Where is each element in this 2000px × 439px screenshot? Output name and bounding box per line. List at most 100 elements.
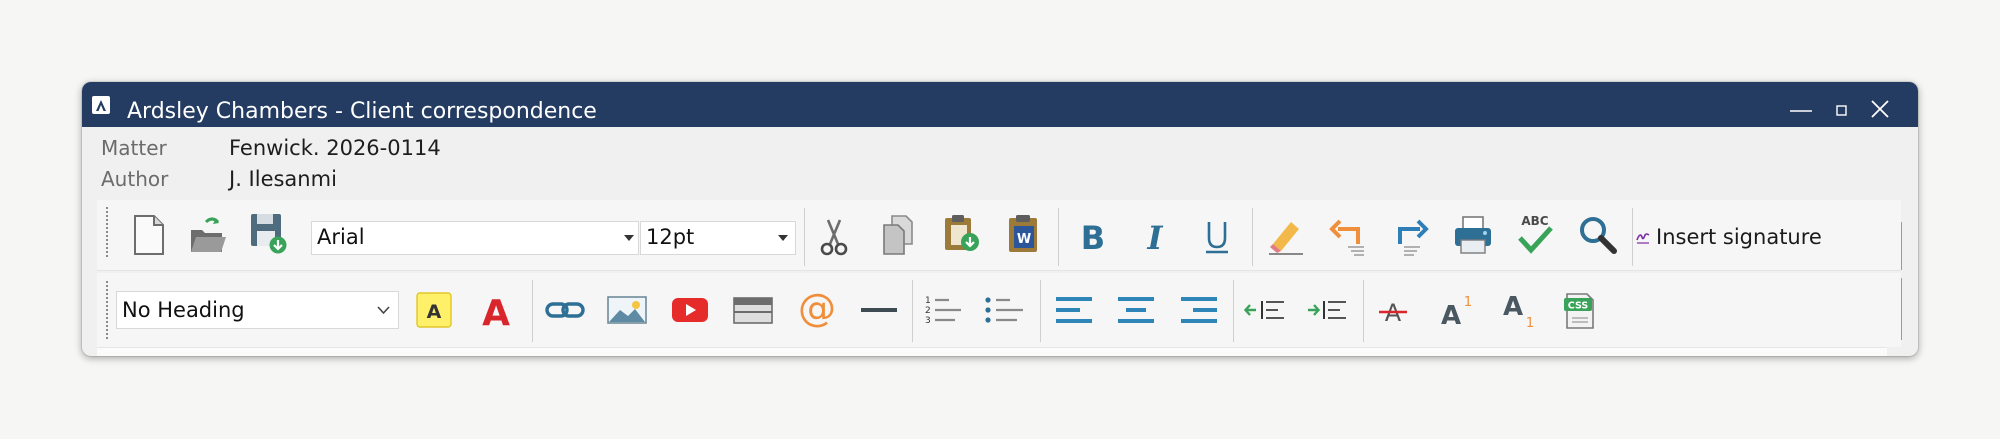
align-left-button[interactable]: [1051, 287, 1097, 333]
toolbar-edge: [1901, 222, 1902, 270]
svg-text:CSS: CSS: [1568, 301, 1589, 312]
toolbar-separator: [912, 280, 913, 342]
toolbar-grip[interactable]: [106, 207, 110, 257]
eraser-button[interactable]: [1263, 213, 1309, 259]
copy-button[interactable]: [875, 212, 921, 258]
toolbar-separator: [1233, 280, 1234, 342]
font-size-select[interactable]: 12pt: [640, 221, 796, 255]
align-center-button[interactable]: [1113, 287, 1159, 333]
new-document-button[interactable]: [125, 212, 171, 258]
save-button[interactable]: [245, 210, 291, 256]
copy-icon: [883, 215, 913, 255]
chevron-down-icon: [778, 235, 788, 241]
align-left-icon: [1056, 297, 1092, 323]
paste-icon: [945, 215, 979, 251]
image-icon: [607, 296, 647, 324]
print-button[interactable]: [1450, 212, 1496, 258]
font-size-value: 12pt: [646, 225, 695, 249]
cut-button[interactable]: [811, 214, 857, 260]
svg-text:A: A: [427, 301, 442, 323]
open-button[interactable]: [185, 212, 231, 258]
svg-text:A: A: [482, 293, 510, 329]
bulleted-list-button[interactable]: [981, 287, 1027, 333]
save-icon: [251, 214, 287, 254]
image-button[interactable]: [604, 287, 650, 333]
insert-signature-button[interactable]: Insert signature: [1636, 222, 1822, 252]
paste-from-word-icon: W: [1009, 215, 1037, 252]
cut-icon: [820, 219, 848, 256]
svg-text:ABC: ABC: [1521, 214, 1548, 228]
insert-signature-label: Insert signature: [1656, 225, 1822, 249]
align-center-icon: [1118, 297, 1154, 323]
align-right-button[interactable]: [1176, 287, 1222, 333]
italic-button[interactable]: I: [1132, 213, 1178, 259]
strikethrough-button[interactable]: A: [1370, 287, 1416, 333]
subscript-button[interactable]: A 1: [1494, 287, 1540, 333]
align-right-icon: [1181, 297, 1217, 323]
find-button[interactable]: [1575, 212, 1621, 258]
horizontal-rule-button[interactable]: [856, 287, 902, 333]
svg-text:3: 3: [925, 316, 931, 326]
chevron-down-icon: [377, 306, 390, 315]
horizontal-rule-icon: [861, 308, 897, 312]
paste-from-word-button[interactable]: W: [1001, 211, 1047, 257]
new-document-icon: [134, 215, 164, 255]
italic-icon: I: [1147, 219, 1164, 256]
redo-button[interactable]: [1387, 212, 1433, 258]
toolbar-separator: [1058, 208, 1059, 266]
document-meta: Matter Fenwick. 2026-0114 Author J. Iles…: [82, 127, 1918, 191]
spell-check-button[interactable]: ABC: [1512, 211, 1558, 257]
numbered-list-button[interactable]: 1 2 3: [920, 287, 966, 333]
email-icon: @: [798, 288, 836, 330]
indent-icon: [1308, 301, 1346, 319]
svg-text:@: @: [798, 288, 836, 330]
toolbar-separator: [532, 280, 533, 342]
heading-select[interactable]: No Heading: [116, 291, 399, 329]
bulleted-list-icon: [985, 297, 1023, 323]
svg-text:W: W: [1017, 232, 1031, 247]
heading-value: No Heading: [122, 298, 245, 322]
font-family-select[interactable]: Arial: [311, 221, 639, 255]
close-button[interactable]: [1867, 99, 1893, 119]
toolbar-grip[interactable]: [106, 281, 110, 339]
css-button[interactable]: CSS: [1556, 287, 1602, 333]
window-title: Ardsley Chambers - Client correspondence: [127, 99, 597, 124]
redo-icon: [1398, 219, 1429, 256]
paste-button[interactable]: [938, 211, 984, 257]
toolbar-separator: [1363, 280, 1364, 342]
video-button[interactable]: [667, 287, 713, 333]
toolbar-edge: [1901, 278, 1902, 340]
numbered-list-icon: 1 2 3: [925, 296, 961, 326]
eraser-icon: [1269, 222, 1303, 255]
open-folder-icon: [191, 217, 226, 252]
font-family-value: Arial: [317, 225, 365, 249]
undo-button[interactable]: [1325, 212, 1371, 258]
table-icon: [733, 297, 773, 324]
css-icon: CSS: [1564, 293, 1594, 329]
font-color-button[interactable]: A: [473, 287, 519, 333]
matter-value: Fenwick. 2026-0114: [229, 136, 441, 160]
find-icon: [1580, 217, 1617, 254]
undo-icon: [1329, 219, 1364, 256]
superscript-button[interactable]: A 1: [1432, 287, 1478, 333]
signature-icon: [1636, 233, 1650, 244]
table-button[interactable]: [730, 287, 776, 333]
toolbar-separator: [1040, 280, 1041, 342]
bold-icon: B: [1081, 219, 1105, 256]
minimize-button[interactable]: [1788, 99, 1814, 119]
highlight-color-button[interactable]: A: [411, 287, 457, 333]
maximize-button[interactable]: [1828, 99, 1854, 119]
indent-button[interactable]: [1304, 287, 1350, 333]
bold-button[interactable]: B: [1070, 213, 1116, 259]
toolbar-separator: [1252, 208, 1253, 266]
highlight-color-icon: A: [416, 292, 452, 328]
author-label: Author: [101, 167, 169, 191]
outdent-icon: [1244, 301, 1284, 319]
app-logo-icon: [92, 96, 110, 114]
chevron-down-icon: [624, 235, 634, 241]
underline-button[interactable]: [1194, 213, 1240, 259]
spell-check-icon: ABC: [1518, 214, 1553, 254]
outdent-button[interactable]: [1242, 287, 1288, 333]
email-button[interactable]: @: [794, 286, 840, 332]
link-button[interactable]: [542, 287, 588, 333]
